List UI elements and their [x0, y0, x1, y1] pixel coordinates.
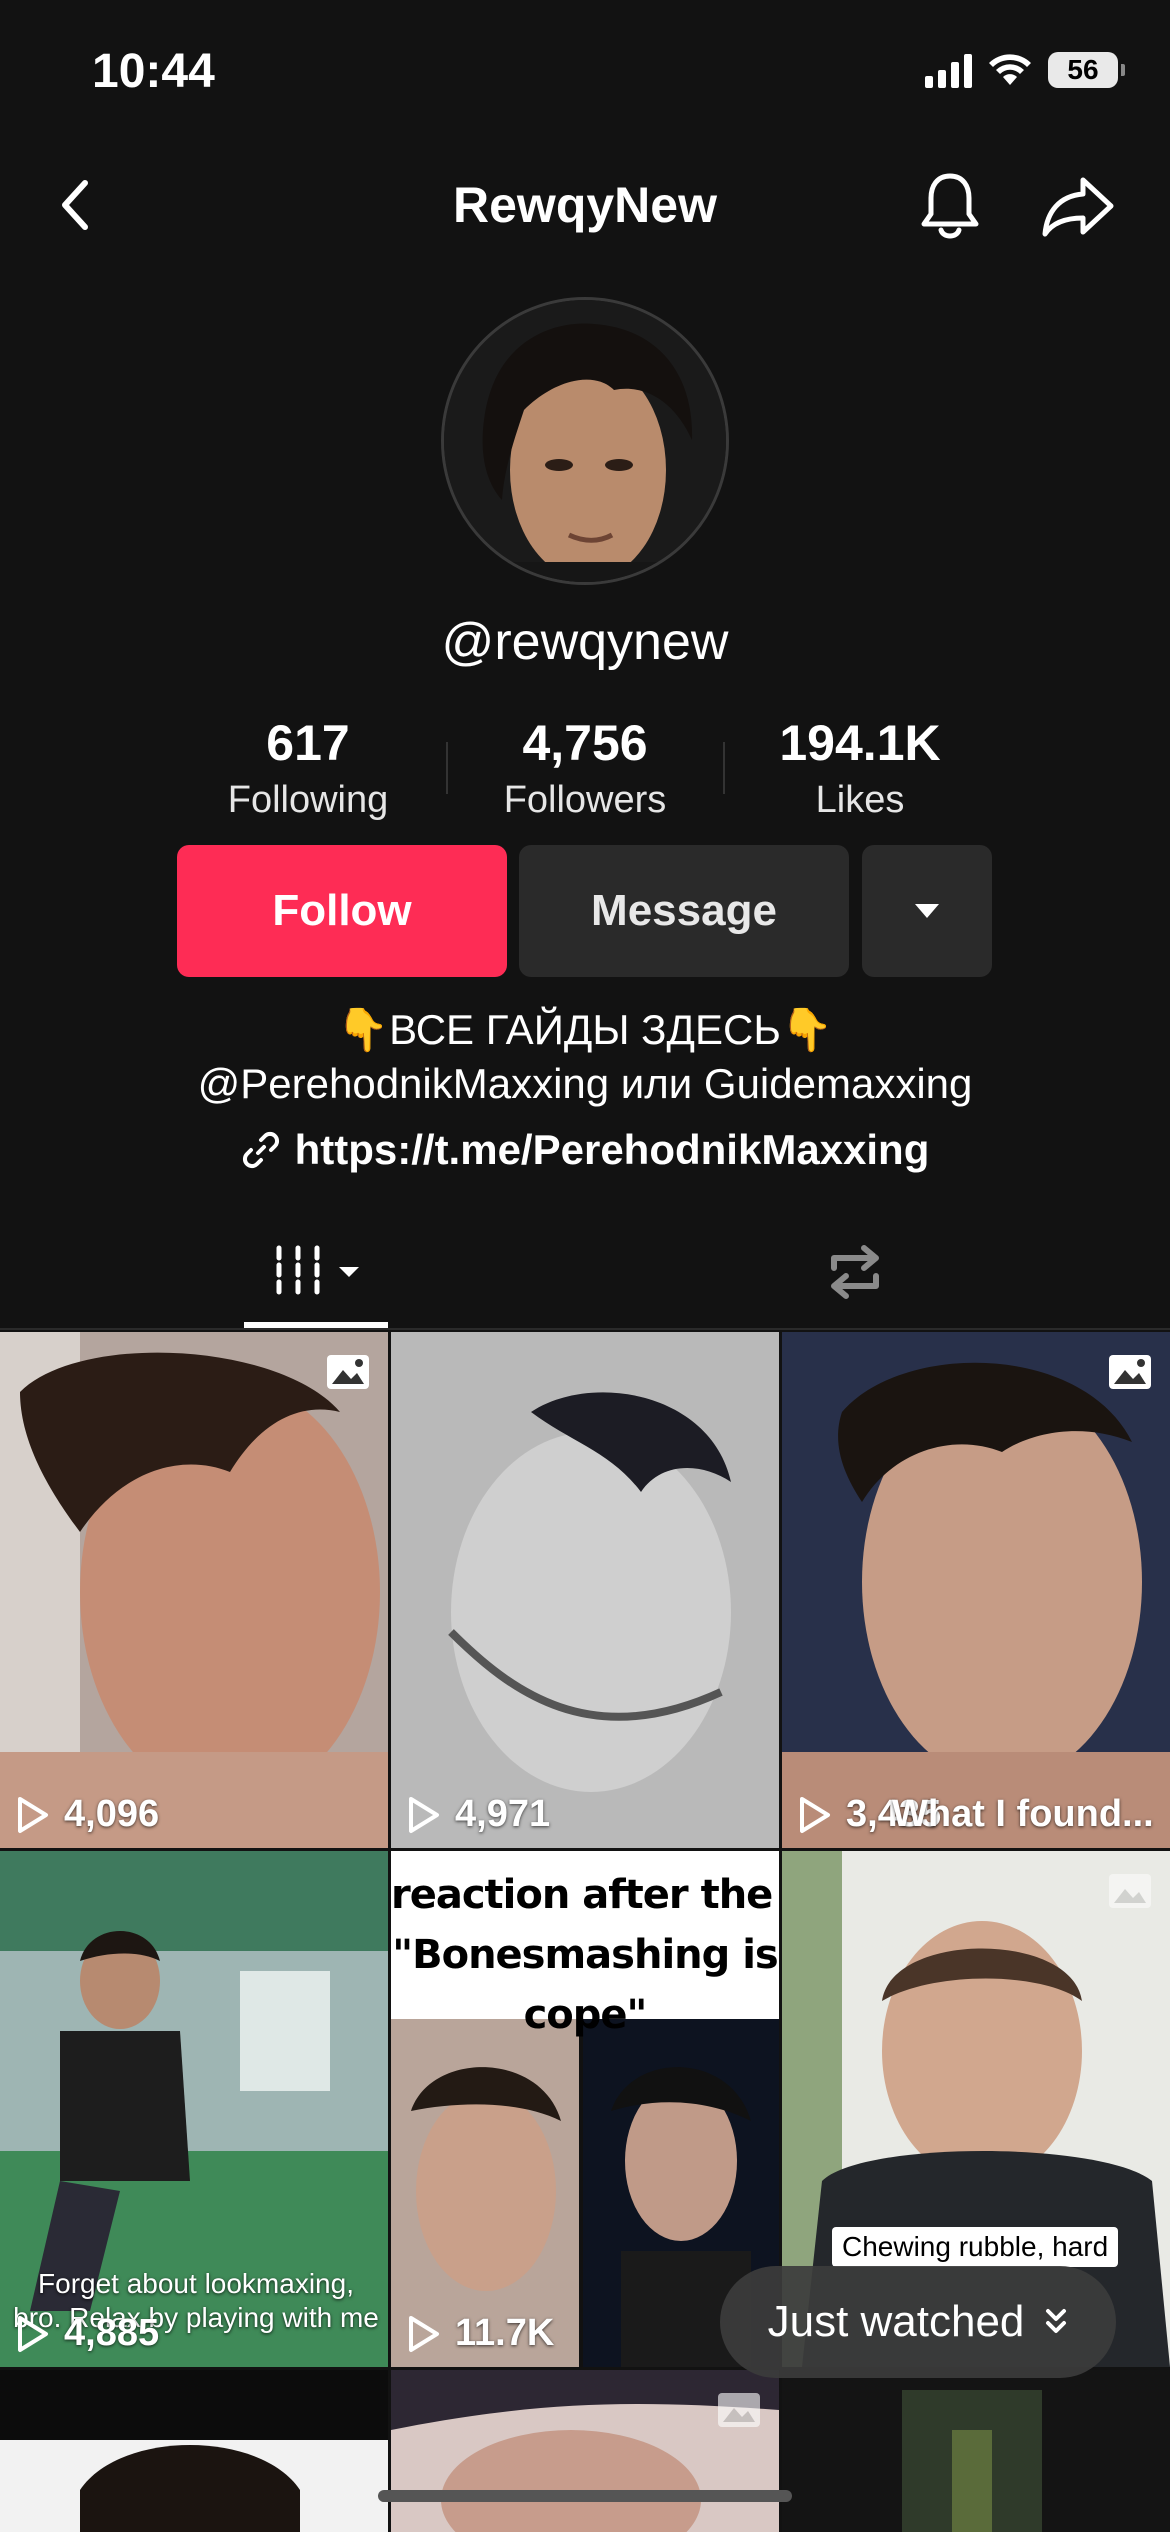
- video-tile[interactable]: 4,096: [0, 1332, 388, 1848]
- wifi-icon: [989, 54, 1031, 85]
- video-thumbnail: [0, 1332, 388, 1848]
- content-tabs: [0, 1222, 1170, 1330]
- video-tile[interactable]: [391, 2370, 779, 2532]
- status-time: 10:44: [92, 45, 215, 98]
- header: RewqyNew: [0, 150, 1170, 260]
- play-icon: [18, 1796, 48, 1833]
- video-caption: Chewing rubble, hard: [832, 2227, 1119, 2267]
- grid-icon: [276, 1245, 320, 1300]
- play-icon: [800, 1796, 830, 1833]
- stat-likes[interactable]: 194.1K Likes: [730, 712, 990, 826]
- video-thumbnail: [0, 2370, 388, 2532]
- bio-line-2: @PerehodnikMaxxing или Guidemaxxing: [197, 1060, 973, 1107]
- photo-icon: [327, 1355, 369, 1389]
- share-arrow-icon: [1042, 177, 1113, 237]
- home-indicator[interactable]: [378, 2490, 792, 2502]
- stat-label: Followers: [503, 779, 667, 821]
- video-tile[interactable]: 3,435 What I found...: [782, 1332, 1170, 1848]
- play-icon: [18, 2315, 48, 2352]
- view-count: 4,096: [16, 1793, 159, 1836]
- video-thumbnail: [782, 1332, 1170, 1848]
- follow-button[interactable]: Follow: [177, 845, 507, 977]
- photo-icon: [1109, 1355, 1151, 1389]
- video-tile[interactable]: [0, 2370, 388, 2532]
- view-count: 11.7K: [407, 2312, 554, 2355]
- status-icons: 56: [925, 52, 1125, 88]
- bio-line-1: 👇ВСЕ ГАЙДЫ ЗДЕСЬ👇: [336, 1006, 834, 1053]
- stat-divider: [446, 742, 448, 794]
- photo-icon: [718, 2393, 760, 2427]
- play-icon: [409, 1796, 439, 1833]
- meme-caption: reaction after the statement "Bonesmashi…: [391, 1851, 779, 2038]
- tab-divider: [0, 1328, 1170, 1330]
- view-count: 4,885: [16, 2312, 159, 2355]
- just-watched-label: Just watched: [767, 2297, 1025, 2346]
- share-button[interactable]: [1035, 170, 1120, 242]
- link-icon: [242, 1131, 279, 1169]
- stat-value: 617: [266, 715, 350, 771]
- stat-label: Likes: [815, 779, 905, 821]
- stat-value: 194.1K: [779, 715, 941, 771]
- photo-icon: [1109, 1874, 1151, 1908]
- video-thumbnail: [782, 2370, 1170, 2532]
- avatar[interactable]: [441, 297, 729, 585]
- video-caption: What I found...: [892, 1793, 1154, 1835]
- just-watched-button[interactable]: Just watched: [720, 2266, 1116, 2378]
- view-count-text: 4,096: [64, 1793, 160, 1835]
- stat-divider: [723, 742, 725, 794]
- view-count: 4,971: [407, 1793, 550, 1836]
- view-count-text: 4,971: [455, 1793, 551, 1835]
- notifications-button[interactable]: [910, 170, 990, 242]
- signal-icon: [925, 52, 972, 88]
- caret-down-icon: [339, 1267, 359, 1277]
- caret-down-icon: [915, 904, 939, 918]
- meme-line-1: reaction after the statement: [391, 1872, 779, 1918]
- stat-label: Following: [227, 779, 389, 821]
- avatar-image: [444, 300, 726, 582]
- username: @rewqynew: [441, 613, 729, 671]
- tab-videos[interactable]: [244, 1222, 388, 1322]
- bio-link-text: https://t.me/PerehodnikMaxxing: [294, 1126, 930, 1173]
- profile-stats: 617 Following 4,756 Followers 194.1K Lik…: [0, 712, 1170, 822]
- bell-icon: [921, 173, 979, 239]
- bio-link[interactable]: https://t.me/PerehodnikMaxxing: [0, 1126, 1170, 1174]
- play-icon: [409, 2315, 439, 2352]
- view-count-text: 11.7K: [455, 2312, 555, 2354]
- page-title: RewqyNew: [453, 177, 717, 233]
- video-thumbnail: [391, 1332, 779, 1848]
- video-tile[interactable]: reaction after the statement "Bonesmashi…: [391, 1851, 779, 2367]
- message-button[interactable]: Message: [519, 845, 849, 977]
- meme-line-2: "Bonesmashing is cope": [392, 1932, 778, 2038]
- video-tile[interactable]: [782, 2370, 1170, 2532]
- suggested-accounts-button[interactable]: [862, 845, 992, 977]
- battery-icon: 56: [1048, 52, 1125, 88]
- video-tile[interactable]: Forget about lookmaxing, bro. Relax by p…: [0, 1851, 388, 2367]
- status-bar: 10:44 56: [0, 0, 1170, 140]
- tab-reposts[interactable]: [810, 1222, 900, 1322]
- stat-value: 4,756: [522, 715, 648, 771]
- stat-followers[interactable]: 4,756 Followers: [455, 712, 715, 826]
- stat-following[interactable]: 617 Following: [178, 712, 438, 826]
- profile-actions: Follow Message: [0, 845, 1170, 977]
- repost-icon: [831, 1245, 879, 1299]
- video-tile[interactable]: 4,971: [391, 1332, 779, 1848]
- chevrons-down-icon: [1046, 2309, 1067, 2333]
- view-count-text: 4,885: [64, 2312, 160, 2354]
